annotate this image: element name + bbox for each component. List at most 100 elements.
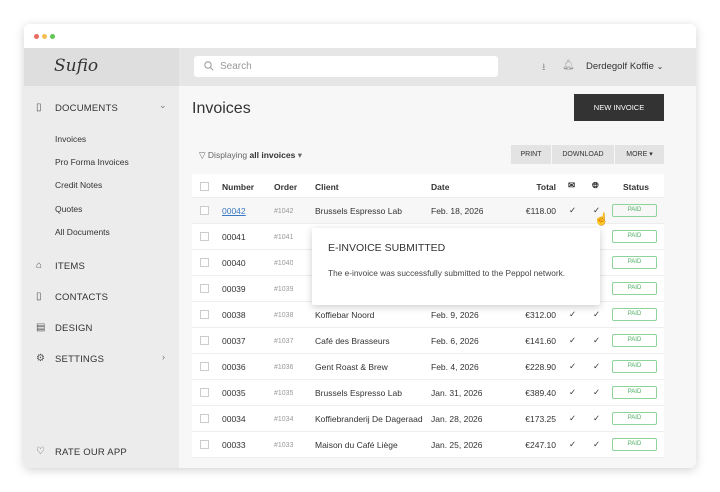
e-invoice-check-icon[interactable]: ✓: [593, 439, 600, 450]
select-all-checkbox[interactable]: [200, 182, 209, 191]
col-status: Status: [623, 182, 649, 192]
sidebar-item-credit-notes[interactable]: Credit Notes: [55, 180, 102, 190]
user-name: Derdegolf Koffie: [586, 61, 654, 72]
invoice-number: 00035: [222, 388, 246, 398]
bell-icon[interactable]: 🔔︎: [562, 60, 575, 71]
col-total[interactable]: Total: [492, 182, 556, 192]
row-checkbox[interactable]: [200, 258, 209, 267]
invoice-date: Feb. 4, 2026: [431, 362, 479, 372]
sidebar-item-rate-app[interactable]: RATE OUR APP: [55, 447, 127, 458]
status-badge: PAID: [612, 308, 657, 321]
user-menu[interactable]: Derdegolf Koffie ⌄: [586, 61, 663, 72]
table-row[interactable]: 00038 #1038 Koffiebar Noord Feb. 9, 2026…: [192, 302, 664, 328]
e-invoice-check-icon[interactable]: ✓: [593, 387, 600, 398]
print-button[interactable]: PRINT: [511, 145, 551, 164]
sidebar-item-pro-forma[interactable]: Pro Forma Invoices: [55, 157, 129, 167]
minimize-window-button[interactable]: [42, 34, 47, 39]
status-badge: PAID: [612, 412, 657, 425]
client-name: Koffiebranderij De Dageraad: [315, 414, 423, 424]
invoice-number: 00040: [222, 258, 246, 268]
heart-icon: ♡: [36, 446, 45, 457]
invoice-number: 00037: [222, 336, 246, 346]
invoice-total: €141.60: [525, 336, 556, 346]
close-window-button[interactable]: [34, 34, 39, 39]
e-invoice-check-icon[interactable]: ✓: [593, 361, 600, 372]
maximize-window-button[interactable]: [50, 34, 55, 39]
download-icon[interactable]: ⭳: [542, 60, 546, 77]
invoice-total: €247.10: [525, 440, 556, 450]
order-number: #1038: [274, 312, 294, 319]
search-icon: [204, 61, 214, 71]
chevron-down-icon[interactable]: ⌄: [159, 100, 167, 111]
col-number[interactable]: Number: [222, 182, 254, 192]
invoice-total: €228.90: [525, 362, 556, 372]
row-checkbox[interactable]: [200, 362, 209, 371]
search-input[interactable]: Search: [194, 56, 498, 77]
globe-icon: 🌐︎: [592, 180, 599, 190]
col-order[interactable]: Order: [274, 182, 297, 192]
client-name: Maison du Café Liège: [315, 440, 398, 450]
status-badge: PAID: [612, 438, 657, 451]
invoice-date: Jan. 25, 2026: [431, 440, 483, 450]
col-date[interactable]: Date: [431, 182, 449, 192]
app-window: Sufio Search ⭳ 🔔︎ Derdegolf Koffie ⌄ ▯ D…: [24, 24, 696, 468]
client-name: Gent Roast & Brew: [315, 362, 388, 372]
chevron-down-icon: ⌄: [656, 62, 664, 71]
row-checkbox[interactable]: [200, 414, 209, 423]
filter-dropdown[interactable]: ▽ Displaying all invoices ▾: [199, 150, 302, 161]
order-number: #1041: [274, 234, 294, 241]
client-name: Brussels Espresso Lab: [315, 388, 402, 398]
sidebar-item-quotes[interactable]: Quotes: [55, 204, 82, 214]
order-number: #1034: [274, 416, 294, 423]
row-checkbox[interactable]: [200, 232, 209, 241]
logo[interactable]: Sufio: [54, 56, 98, 76]
col-client[interactable]: Client: [315, 182, 339, 192]
sidebar-item-settings[interactable]: SETTINGS: [55, 354, 104, 365]
pointer-cursor-icon: ☝: [594, 212, 609, 226]
table-row[interactable]: 00036 #1036 Gent Roast & Brew Feb. 4, 20…: [192, 354, 664, 380]
chevron-right-icon[interactable]: ›: [162, 352, 165, 362]
download-button[interactable]: DOWNLOAD: [552, 145, 614, 164]
row-checkbox[interactable]: [200, 284, 209, 293]
invoice-number: 00038: [222, 310, 246, 320]
e-invoice-check-icon[interactable]: ✓: [593, 309, 600, 320]
search-placeholder: Search: [220, 61, 252, 72]
invoice-total: €312.00: [525, 310, 556, 320]
document-icon: ▯: [36, 102, 42, 113]
row-checkbox[interactable]: [200, 388, 209, 397]
row-checkbox[interactable]: [200, 206, 209, 215]
gear-icon: ⚙: [36, 353, 45, 364]
sidebar-item-invoices[interactable]: Invoices: [55, 134, 86, 144]
invoice-total: €173.25: [525, 414, 556, 424]
row-checkbox[interactable]: [200, 336, 209, 345]
invoice-number: 00039: [222, 284, 246, 294]
table-row[interactable]: 00033 #1033 Maison du Café Liège Jan. 25…: [192, 432, 664, 458]
title-bar: [24, 24, 696, 48]
sidebar-item-all-documents[interactable]: All Documents: [55, 227, 110, 237]
mail-icon: ✉: [568, 180, 576, 190]
status-badge: PAID: [612, 204, 657, 217]
table-row[interactable]: 00034 #1034 Koffiebranderij De Dageraad …: [192, 406, 664, 432]
filter-value: all invoices: [249, 150, 296, 160]
invoice-number: 00033: [222, 440, 246, 450]
order-number: #1036: [274, 364, 294, 371]
row-checkbox[interactable]: [200, 440, 209, 449]
order-number: #1037: [274, 338, 294, 345]
caret-down-icon: ▾: [649, 151, 653, 158]
contacts-icon: ▯: [36, 291, 42, 302]
sidebar-item-items[interactable]: ITEMS: [55, 261, 85, 272]
invoice-date: Jan. 31, 2026: [431, 388, 483, 398]
sidebar-item-contacts[interactable]: CONTACTS: [55, 292, 108, 303]
e-invoice-check-icon[interactable]: ✓: [593, 335, 600, 346]
client-name: Brussels Espresso Lab: [315, 206, 402, 216]
table-row[interactable]: 00035 #1035 Brussels Espresso Lab Jan. 3…: [192, 380, 664, 406]
invoice-number[interactable]: 00042: [222, 206, 246, 216]
sidebar-item-design[interactable]: DESIGN: [55, 323, 93, 334]
e-invoice-check-icon[interactable]: ✓: [593, 413, 600, 424]
more-button[interactable]: MORE ▾: [615, 145, 664, 164]
row-checkbox[interactable]: [200, 310, 209, 319]
sidebar-item-documents[interactable]: DOCUMENTS: [55, 103, 118, 114]
table-row[interactable]: 00037 #1037 Café des Brasseurs Feb. 6, 2…: [192, 328, 664, 354]
new-invoice-button[interactable]: NEW INVOICE: [574, 94, 664, 121]
tag-icon: ⌂: [36, 260, 43, 271]
